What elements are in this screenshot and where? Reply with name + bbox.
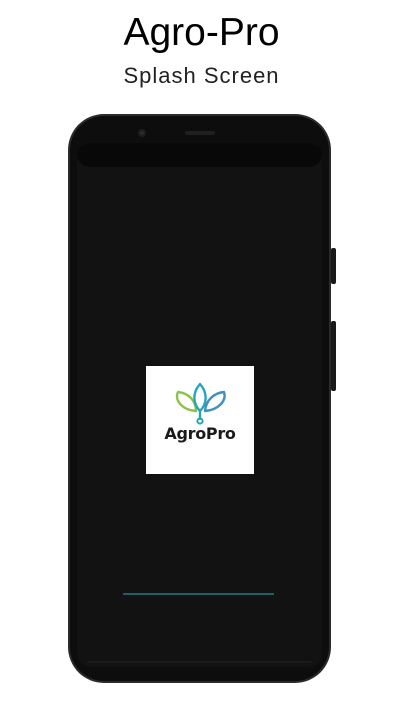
phone-mockup: AgroPro xyxy=(67,113,337,685)
brand-name: AgroPro xyxy=(164,424,236,443)
page-subtitle: Splash Screen xyxy=(123,63,280,88)
loading-progress-bar xyxy=(123,593,274,595)
sprout-leaves-icon xyxy=(175,382,226,425)
page-title: Agro-Pro xyxy=(123,11,280,54)
splash-logo: AgroPro xyxy=(146,366,254,474)
